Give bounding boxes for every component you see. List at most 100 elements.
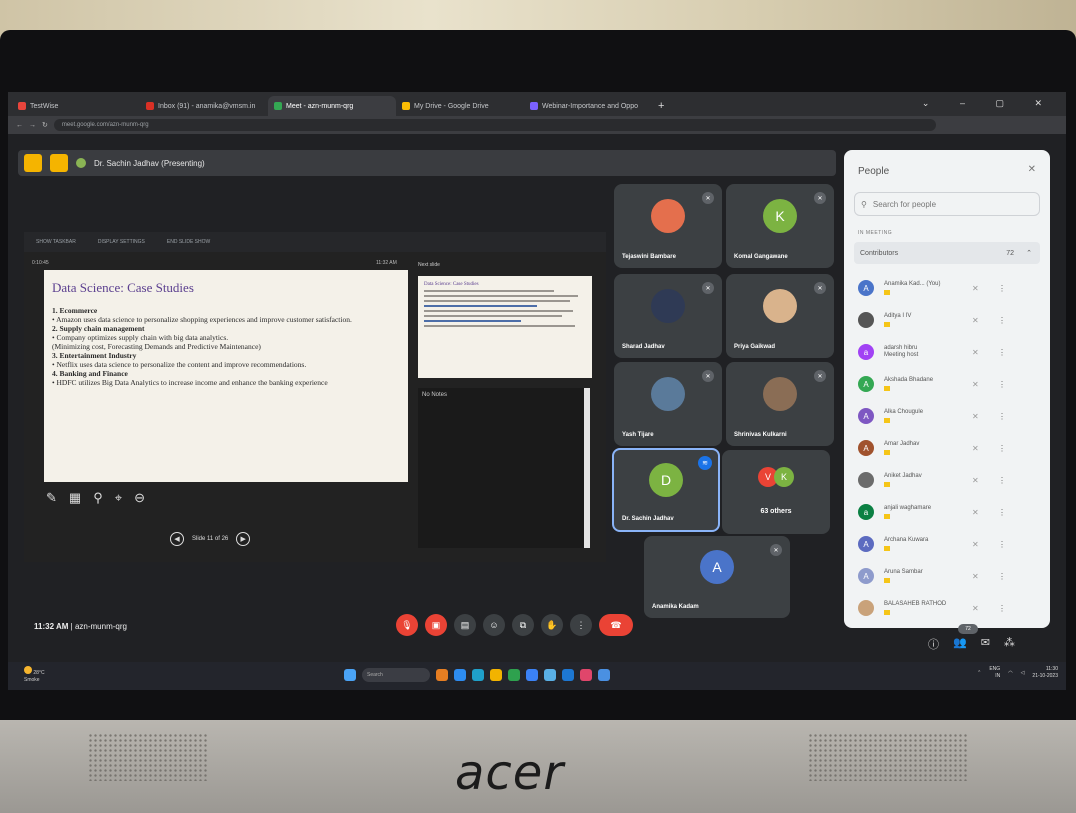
others-tile[interactable]: V K 63 others	[722, 450, 830, 534]
more-vert-icon[interactable]: ⋮	[998, 476, 1006, 485]
more-vert-icon[interactable]: ⋮	[998, 284, 1006, 293]
mic-off-icon: ✕	[702, 370, 714, 382]
participant-tile-speaking[interactable]: D ≋ Dr. Sachin Jadhav	[612, 448, 720, 532]
close-icon[interactable]: ✕	[1028, 164, 1036, 175]
list-item[interactable]: a adarsh hibru Meeting host ✕ ⋮	[858, 336, 1044, 368]
new-tab-icon[interactable]: +	[658, 100, 664, 116]
list-item[interactable]: A Archana Kuwara ✕ ⋮	[858, 528, 1044, 560]
participant-tile[interactable]: ✕ Yash Tijare	[614, 362, 722, 446]
mic-toggle-button[interactable]: 🎙	[396, 614, 418, 636]
present-button[interactable]: ⧉	[512, 614, 534, 636]
chevron-up-icon[interactable]: ⌃	[977, 670, 981, 677]
list-item[interactable]: a anjali waghamare ✕ ⋮	[858, 496, 1044, 528]
speaker-notes[interactable]: No Notes	[418, 388, 586, 548]
browser-tab-active[interactable]: Meet - azn-munm-qrg	[268, 96, 396, 116]
folder-icon[interactable]	[490, 669, 502, 681]
meet-menu-button[interactable]	[24, 154, 42, 172]
more-vert-icon[interactable]: ⋮	[998, 444, 1006, 453]
more-vert-icon[interactable]: ⋮	[998, 348, 1006, 357]
more-vert-icon[interactable]: ⋮	[998, 412, 1006, 421]
info-icon[interactable]: ⓘ	[928, 636, 939, 652]
list-item[interactable]: A Aruna Sambar ✕ ⋮	[858, 560, 1044, 592]
camera-toggle-button[interactable]: ▣	[425, 614, 447, 636]
avatar: A	[858, 376, 874, 392]
list-item[interactable]: A Anamika Kad... (You) ✕ ⋮	[858, 272, 1044, 304]
slide-line: 4. Banking and Finance	[52, 369, 128, 378]
more-vert-icon[interactable]: ⋮	[998, 540, 1006, 549]
volume-icon[interactable]: ◁	[1021, 670, 1025, 677]
browser-tab[interactable]: TestWise	[12, 96, 140, 116]
contributors-group[interactable]: Contributors 72 ⌃	[854, 242, 1040, 264]
show-taskbar-button[interactable]: SHOW TASKBAR	[36, 239, 76, 245]
window-controls[interactable]: ⌄ – ▢ ✕	[922, 98, 1056, 109]
app-icon[interactable]	[598, 669, 610, 681]
url-field[interactable]: meet.google.com/azn-munm-qrg	[53, 119, 936, 131]
slide-line: • Netflix uses data science to personali…	[52, 360, 307, 369]
store-icon[interactable]	[526, 669, 538, 681]
more-vert-icon[interactable]: ⋮	[998, 572, 1006, 581]
more-vert-icon[interactable]: ⋮	[998, 380, 1006, 389]
display-settings-button[interactable]: DISPLAY SETTINGS	[98, 239, 145, 245]
emoji-button[interactable]: ☺	[483, 614, 505, 636]
list-item[interactable]: A Amar Jadhav ✕ ⋮	[858, 432, 1044, 464]
person-name: anjali waghamare	[884, 505, 932, 511]
speaker-grille	[808, 733, 968, 781]
laser-pointer-icon[interactable]: ⌖	[115, 490, 122, 506]
captions-button[interactable]: ▤	[454, 614, 476, 636]
taskbar-search[interactable]: Search	[362, 668, 430, 682]
people-search-input[interactable]: ⚲ Search for people	[854, 192, 1040, 216]
participant-tile[interactable]: K ✕ Komal Gangawane	[726, 184, 834, 268]
people-list: A Anamika Kad... (You) ✕ ⋮ Aditya I IV ✕ ⋮ aa…	[858, 272, 1044, 624]
list-item[interactable]: BALASAHEB RATHOD ✕ ⋮	[858, 592, 1044, 624]
widgets-icon[interactable]	[436, 669, 448, 681]
end-slideshow-button[interactable]: END SLIDE SHOW	[167, 239, 210, 245]
next-slide-label: Next slide	[418, 262, 440, 268]
browser-tab[interactable]: Inbox (91) - anamika@vmsm.in	[140, 96, 268, 116]
participant-tile[interactable]: ✕ Sharad Jadhav	[614, 274, 722, 358]
leave-call-button[interactable]: ☎	[599, 614, 633, 636]
weather-widget[interactable]: 28°C Smoke	[24, 666, 45, 684]
participant-tile[interactable]: ✕ Priya Gaikwad	[726, 274, 834, 358]
more-vert-icon[interactable]: ⋮	[998, 316, 1006, 325]
speaker-grille	[88, 733, 208, 781]
browser-tab[interactable]: Webinar-Importance and Oppo	[524, 96, 652, 116]
zoom-icon[interactable]: ⚲	[93, 490, 103, 506]
reload-icon[interactable]: ↻	[42, 121, 48, 129]
edge-icon[interactable]	[472, 669, 484, 681]
activities-icon[interactable]: ⁂	[1004, 636, 1015, 652]
more-options-button[interactable]: ⋮	[570, 614, 592, 636]
start-icon[interactable]	[344, 669, 356, 681]
chrome-icon[interactable]	[508, 669, 520, 681]
list-item[interactable]: Aniket Jadhav ✕ ⋮	[858, 464, 1044, 496]
see-all-slides-icon[interactable]: ▦	[69, 490, 81, 506]
wifi-icon[interactable]: ◠	[1008, 670, 1012, 677]
next-slide-button[interactable]: ▶	[236, 532, 251, 546]
previous-slide-button[interactable]: ◀	[170, 532, 184, 546]
list-item[interactable]: Aditya I IV ✕ ⋮	[858, 304, 1044, 336]
people-icon[interactable]: 👥	[953, 636, 967, 652]
in-meeting-label: IN MEETING	[858, 230, 893, 236]
browser-tab[interactable]: My Drive - Google Drive	[396, 96, 524, 116]
meet-activities-button[interactable]	[50, 154, 68, 172]
forward-icon[interactable]: →	[29, 122, 36, 129]
explorer-icon[interactable]	[454, 669, 466, 681]
participant-tile[interactable]: ✕ Shrinivas Kulkarni	[726, 362, 834, 446]
lang-indicator[interactable]: ENG IN	[989, 666, 1000, 680]
back-icon[interactable]: ←	[16, 122, 23, 129]
more-vert-icon[interactable]: ⋮	[998, 604, 1006, 613]
mail-icon[interactable]	[562, 669, 574, 681]
raise-hand-button[interactable]: ✋	[541, 614, 563, 636]
more-options-icon[interactable]: ⊖	[134, 490, 145, 506]
notes-scrollbar[interactable]	[584, 388, 590, 548]
mic-off-icon: ✕	[972, 475, 979, 485]
more-vert-icon[interactable]: ⋮	[998, 508, 1006, 517]
photos-icon[interactable]	[544, 669, 556, 681]
list-item[interactable]: A Alka Chougule ✕ ⋮	[858, 400, 1044, 432]
chat-icon[interactable]: ✉	[981, 636, 990, 652]
app-icon[interactable]	[580, 669, 592, 681]
clock[interactable]: 11:30 21-10-2023	[1032, 666, 1058, 680]
list-item[interactable]: A Akshada Bhadane ✕ ⋮	[858, 368, 1044, 400]
participant-tile[interactable]: A ✕ Anamika Kadam	[644, 536, 790, 618]
pen-icon[interactable]: ✎	[46, 490, 57, 506]
participant-tile[interactable]: ✕ Tejaswini Bambare	[614, 184, 722, 268]
